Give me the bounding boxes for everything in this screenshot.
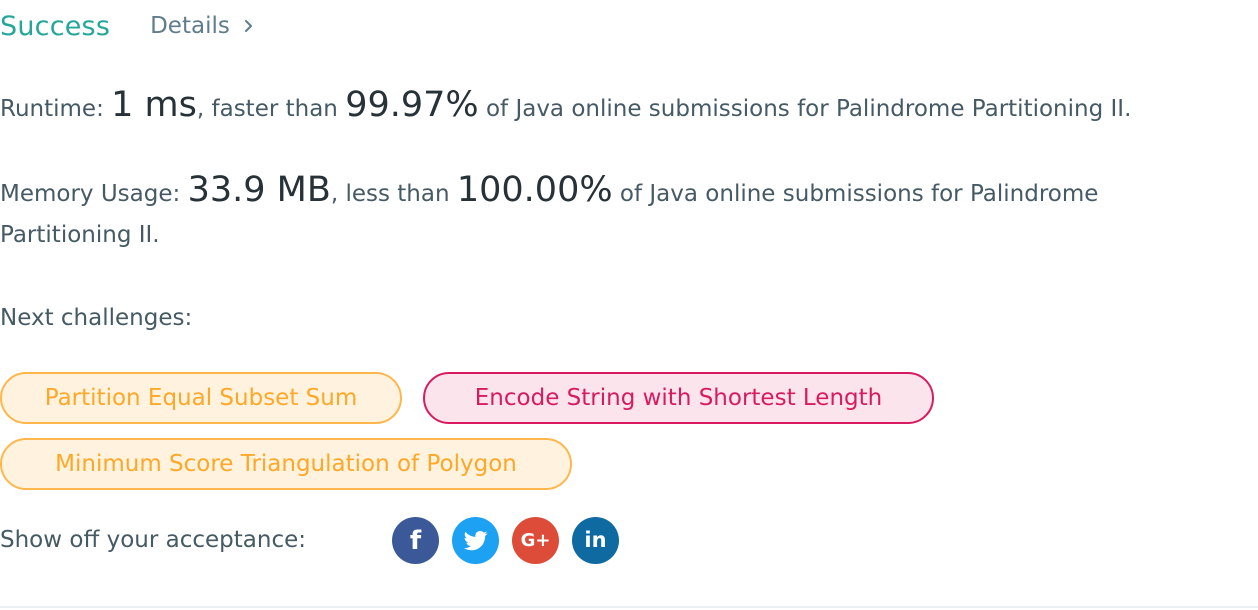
bottom-divider [0, 606, 1258, 608]
memory-label: Memory Usage: [0, 181, 188, 207]
challenge-minimum-score-triangulation-of-polygon[interactable]: Minimum Score Triangulation of Polygon [0, 438, 572, 490]
share-label: Show off your acceptance: [0, 527, 306, 553]
runtime-percentile: 99.97% [345, 85, 479, 125]
runtime-summary: Runtime: 1 ms, faster than 99.97% of Jav… [0, 85, 1131, 125]
memory-percentile: 100.00% [456, 170, 613, 210]
details-link[interactable]: Details [150, 13, 253, 39]
twitter-icon [463, 530, 487, 550]
google-plus-share-button[interactable]: G+ [512, 517, 559, 564]
linkedin-share-button[interactable]: in [572, 517, 619, 564]
runtime-value: 1 ms [111, 85, 197, 125]
memory-summary-continued: Partitioning II. [0, 222, 160, 248]
runtime-suffix: of Java online submissions for Palindrom… [478, 96, 1132, 122]
details-label: Details [150, 13, 230, 39]
challenge-title: Partition Equal Subset Sum [44, 385, 358, 411]
twitter-share-button[interactable] [452, 517, 499, 564]
google-plus-icon: G+ [520, 529, 551, 551]
next-challenges-label: Next challenges: [0, 305, 193, 331]
memory-summary: Memory Usage: 33.9 MB, less than 100.00%… [0, 170, 1098, 210]
result-header: Success Details [0, 6, 253, 46]
runtime-comparison: , faster than [196, 96, 346, 122]
memory-value: 33.9 MB [187, 170, 331, 210]
memory-suffix: of Java online submissions for Palindrom… [612, 181, 1099, 207]
challenge-encode-string-with-shortest-length[interactable]: Encode String with Shortest Length [423, 372, 934, 424]
challenge-partition-equal-subset-sum[interactable]: Partition Equal Subset Sum [0, 372, 402, 424]
facebook-icon: f [409, 525, 422, 556]
chevron-right-icon [244, 20, 252, 32]
runtime-label: Runtime: [0, 96, 112, 122]
memory-comparison: , less than [330, 181, 457, 207]
memory-suffix-line2: Partitioning II. [0, 222, 160, 248]
linkedin-icon: in [584, 528, 607, 552]
submission-status: Success [0, 10, 111, 42]
challenge-title: Encode String with Shortest Length [474, 385, 883, 411]
challenge-title: Minimum Score Triangulation of Polygon [55, 451, 517, 477]
facebook-share-button[interactable]: f [392, 517, 439, 564]
